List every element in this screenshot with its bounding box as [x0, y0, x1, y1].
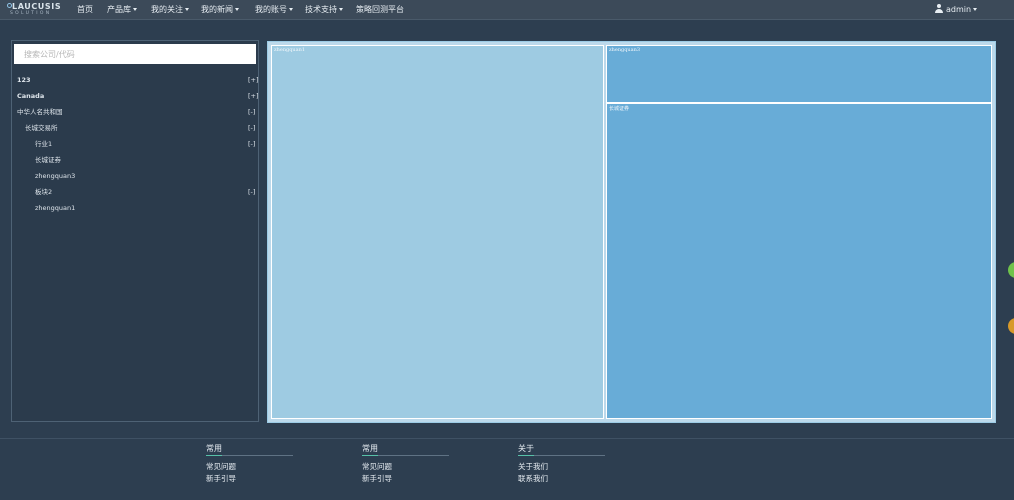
floating-orange-tab[interactable]	[1008, 318, 1014, 334]
collapse-toggle[interactable]: [-]	[248, 122, 255, 134]
treemap-chart: zhengquan1 zhengquan3 长城证券	[267, 41, 996, 423]
footer-link-faq[interactable]: 常见问题	[362, 461, 449, 473]
chevron-down-icon	[973, 8, 978, 11]
collapse-toggle[interactable]: [-]	[248, 106, 255, 118]
brand-name: LAUCUSIS	[12, 2, 62, 11]
nav-follow[interactable]: 我的关注	[151, 0, 189, 19]
nav-home[interactable]: 首页	[77, 0, 93, 19]
nav-news[interactable]: 我的新闻	[201, 0, 239, 19]
brand-subtitle: SOLUTION	[10, 11, 52, 16]
nav-support[interactable]: 技术支持	[305, 0, 343, 19]
chevron-down-icon	[235, 8, 239, 11]
footer-heading: 常用	[206, 444, 222, 453]
footer-heading-underline	[518, 455, 605, 456]
user-menu[interactable]: admin	[935, 0, 978, 19]
chevron-down-icon	[339, 8, 343, 11]
chevron-down-icon	[289, 8, 293, 11]
treemap-cell-label: zhengquan3	[609, 47, 641, 53]
nav-account[interactable]: 我的账号	[255, 0, 293, 19]
footer-heading-underline	[362, 455, 449, 456]
treemap-cell-zhengquan1[interactable]: zhengquan1	[271, 45, 604, 419]
footer-heading-underline	[206, 455, 293, 456]
nav-backtest-platform[interactable]: 策略回测平台	[356, 0, 404, 19]
treemap-cell-label: 长城证券	[609, 106, 630, 112]
footer-link-contact-us[interactable]: 联系我们	[518, 473, 605, 485]
footer-heading: 常用	[362, 444, 378, 453]
tree-node[interactable]: 123	[17, 74, 31, 86]
tree-leaf[interactable]: zhengquan1	[35, 202, 75, 214]
user-icon	[935, 4, 943, 13]
username: admin	[946, 5, 972, 14]
tree-node[interactable]: 板块2	[35, 186, 52, 198]
tree-node[interactable]: 行业1	[35, 138, 52, 150]
footer-link-guide[interactable]: 新手引导	[362, 473, 449, 485]
tree-leaf[interactable]: zhengquan3	[35, 170, 75, 182]
nav-products[interactable]: 产品库	[107, 0, 137, 19]
tree-node[interactable]: Canada	[17, 90, 44, 102]
chevron-down-icon	[185, 8, 189, 11]
footer-link-faq[interactable]: 常见问题	[206, 461, 293, 473]
footer-column-about: 关于 关于我们 联系我们	[518, 443, 605, 485]
collapse-toggle[interactable]: [-]	[248, 138, 255, 150]
tree-leaf[interactable]: 长城证券	[35, 154, 61, 166]
collapse-toggle[interactable]: [-]	[248, 186, 255, 198]
footer-link-about-us[interactable]: 关于我们	[518, 461, 605, 473]
floating-green-tab[interactable]	[1008, 262, 1014, 278]
brand-logo[interactable]: LAUCUSIS SOLUTION	[7, 2, 63, 18]
footer-link-guide[interactable]: 新手引导	[206, 473, 293, 485]
treemap-cell-label: zhengquan1	[274, 47, 306, 53]
treemap-cell-zhengquan3[interactable]: zhengquan3	[606, 45, 992, 103]
tree-node[interactable]: 长城交易所	[25, 122, 58, 134]
footer-divider	[0, 438, 1014, 439]
footer-column-common-2: 常用 常见问题 新手引导	[362, 443, 449, 485]
treemap-cell-changcheng[interactable]: 长城证券	[606, 103, 992, 419]
expand-toggle[interactable]: [+]	[248, 74, 259, 86]
expand-toggle[interactable]: [+]	[248, 90, 259, 102]
top-navbar: LAUCUSIS SOLUTION 首页 产品库 我的关注 我的新闻 我的账号 …	[0, 0, 1014, 20]
chevron-down-icon	[133, 8, 137, 11]
footer-column-common-1: 常用 常见问题 新手引导	[206, 443, 293, 485]
company-tree-panel: 123 [+] Canada [+] 中华人名共和国 [-] 长城交易所 [-]…	[11, 40, 259, 422]
footer-heading: 关于	[518, 444, 534, 453]
search-input[interactable]	[14, 44, 256, 64]
tree-node[interactable]: 中华人名共和国	[17, 106, 63, 118]
